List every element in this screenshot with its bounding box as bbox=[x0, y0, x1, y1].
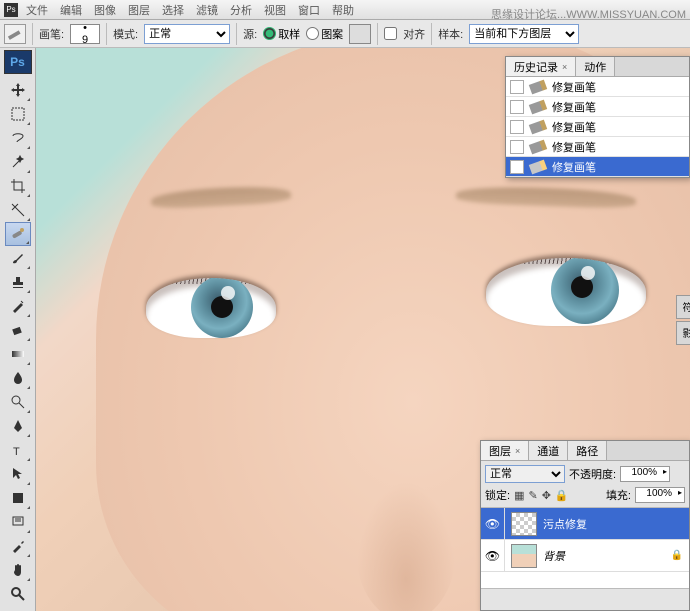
brush-icon bbox=[529, 159, 547, 174]
pattern-radio[interactable] bbox=[306, 27, 319, 40]
history-item[interactable]: 修复画笔 bbox=[506, 97, 689, 117]
menu-help[interactable]: 帮助 bbox=[326, 0, 360, 20]
eraser-tool[interactable] bbox=[5, 318, 31, 342]
lock-icon: 🔒 bbox=[671, 550, 683, 561]
blur-tool[interactable] bbox=[5, 366, 31, 390]
stamp-tool[interactable] bbox=[5, 270, 31, 294]
path-select-tool[interactable] bbox=[5, 462, 31, 486]
layer-thumb bbox=[511, 512, 537, 536]
lock-all-icon[interactable]: 🔒 bbox=[555, 489, 569, 502]
menu-image[interactable]: 图像 bbox=[88, 0, 122, 20]
sample-label: 样本: bbox=[438, 26, 463, 42]
opacity-value[interactable]: 100% bbox=[620, 466, 670, 482]
ps-badge: Ps bbox=[4, 50, 32, 74]
svg-text:T: T bbox=[13, 446, 20, 458]
current-tool-icon[interactable] bbox=[4, 24, 26, 44]
mode-select[interactable]: 正常 bbox=[144, 24, 230, 44]
menu-select[interactable]: 选择 bbox=[156, 0, 190, 20]
notes-tool[interactable] bbox=[5, 510, 31, 534]
layer-name: 背景 bbox=[543, 548, 565, 564]
layers-footer bbox=[481, 588, 689, 610]
brush-icon bbox=[529, 139, 547, 154]
actions-tab[interactable]: 动作 bbox=[576, 57, 615, 76]
history-item[interactable]: 修复画笔 bbox=[506, 137, 689, 157]
app-icon: Ps bbox=[4, 3, 18, 17]
layer-item[interactable]: 👁 背景 🔒 bbox=[481, 540, 689, 572]
hand-tool[interactable] bbox=[5, 558, 31, 582]
side-tab-1[interactable]: 符 bbox=[676, 295, 690, 319]
brush-icon bbox=[529, 79, 547, 94]
slice-tool[interactable] bbox=[5, 198, 31, 222]
brush-icon bbox=[529, 119, 547, 134]
history-panel: 历史记录× 动作 修复画笔 修复画笔 修复画笔 修复画笔 修复画笔 bbox=[505, 56, 690, 178]
history-tab[interactable]: 历史记录× bbox=[506, 57, 576, 76]
brush-preview[interactable]: •9 bbox=[70, 24, 100, 44]
visibility-icon[interactable]: 👁 bbox=[481, 508, 505, 539]
align-label: 对齐 bbox=[403, 26, 425, 42]
wand-tool[interactable] bbox=[5, 150, 31, 174]
pen-tool[interactable] bbox=[5, 414, 31, 438]
brush-label: 画笔: bbox=[39, 26, 64, 42]
menu-filter[interactable]: 滤镜 bbox=[190, 0, 224, 20]
sample-radio[interactable] bbox=[263, 27, 276, 40]
lock-paint-icon[interactable]: ✎ bbox=[528, 489, 537, 502]
paths-tab[interactable]: 路径 bbox=[568, 441, 607, 460]
options-bar: 画笔: •9 模式: 正常 源: 取样 图案 对齐 样本: 当前和下方图层 bbox=[0, 20, 690, 48]
side-tab-2[interactable]: 影 bbox=[676, 321, 690, 345]
healing-brush-tool[interactable] bbox=[5, 222, 31, 246]
fill-label: 填充: bbox=[606, 487, 631, 503]
marquee-tool[interactable] bbox=[5, 102, 31, 126]
toolbox: Ps T bbox=[0, 48, 36, 611]
visibility-icon[interactable]: 👁 bbox=[481, 540, 505, 571]
blend-mode-select[interactable]: 正常 bbox=[485, 465, 565, 483]
shape-tool[interactable] bbox=[5, 486, 31, 510]
menu-window[interactable]: 窗口 bbox=[292, 0, 326, 20]
opacity-label: 不透明度: bbox=[569, 466, 616, 482]
history-brush-tool[interactable] bbox=[5, 294, 31, 318]
lock-transparency-icon[interactable]: ▦ bbox=[514, 489, 524, 502]
eyedropper-tool[interactable] bbox=[5, 534, 31, 558]
brush-tool[interactable] bbox=[5, 246, 31, 270]
move-tool[interactable] bbox=[5, 78, 31, 102]
history-item[interactable]: 修复画笔 bbox=[506, 77, 689, 97]
sample-select[interactable]: 当前和下方图层 bbox=[469, 24, 579, 44]
menu-file[interactable]: 文件 bbox=[20, 0, 54, 20]
layer-thumb bbox=[511, 544, 537, 568]
lock-label: 锁定: bbox=[485, 487, 510, 503]
menu-analysis[interactable]: 分析 bbox=[224, 0, 258, 20]
menu-layer[interactable]: 图层 bbox=[122, 0, 156, 20]
history-item[interactable]: 修复画笔 bbox=[506, 117, 689, 137]
zoom-tool[interactable] bbox=[5, 582, 31, 606]
crop-tool[interactable] bbox=[5, 174, 31, 198]
pattern-swatch[interactable] bbox=[349, 24, 371, 44]
menu-view[interactable]: 视图 bbox=[258, 0, 292, 20]
menu-edit[interactable]: 编辑 bbox=[54, 0, 88, 20]
lasso-tool[interactable] bbox=[5, 126, 31, 150]
gradient-tool[interactable] bbox=[5, 342, 31, 366]
mode-label: 模式: bbox=[113, 26, 138, 42]
history-item[interactable]: 修复画笔 bbox=[506, 157, 689, 177]
watermark: 思缘设计论坛...WWW.MISSYUAN.COM bbox=[491, 6, 686, 22]
layers-panel: 图层× 通道 路径 正常 不透明度: 100% 锁定: ▦ ✎ ✥ 🔒 填充: … bbox=[480, 440, 690, 611]
dodge-tool[interactable] bbox=[5, 390, 31, 414]
layers-tab[interactable]: 图层× bbox=[481, 441, 529, 460]
align-checkbox[interactable] bbox=[384, 27, 397, 40]
source-label: 源: bbox=[243, 26, 257, 42]
fill-value[interactable]: 100% bbox=[635, 487, 685, 503]
type-tool[interactable]: T bbox=[5, 438, 31, 462]
brush-icon bbox=[529, 99, 547, 114]
lock-move-icon[interactable]: ✥ bbox=[542, 489, 551, 502]
channels-tab[interactable]: 通道 bbox=[529, 441, 568, 460]
layer-item[interactable]: 👁 污点修复 bbox=[481, 508, 689, 540]
layer-name: 污点修复 bbox=[543, 516, 587, 532]
